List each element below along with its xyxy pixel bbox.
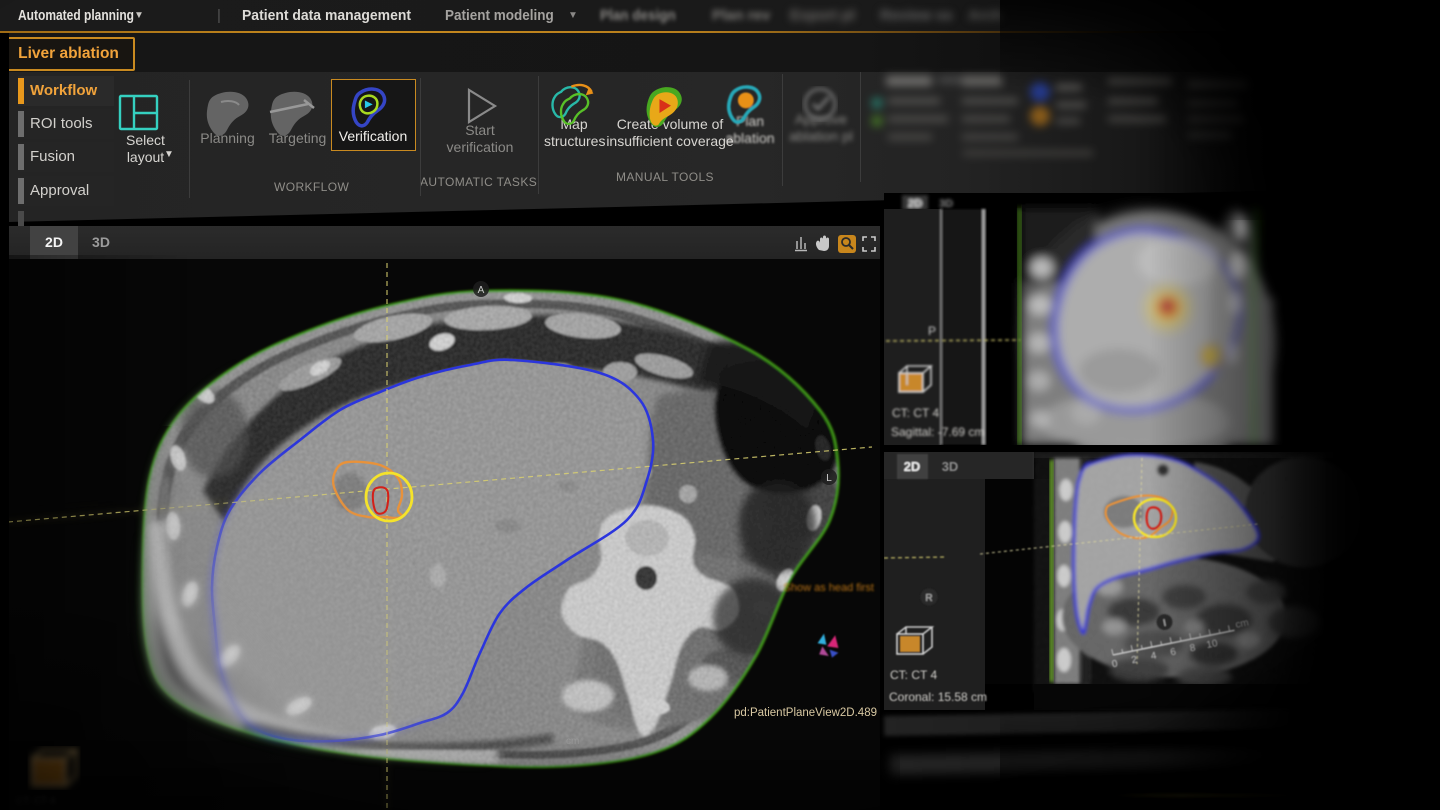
svg-text:L: L xyxy=(826,473,832,484)
svg-text:A: A xyxy=(478,285,485,296)
svg-text:pd:PatientPlaneView2D.489: pd:PatientPlaneView2D.489 xyxy=(734,707,877,719)
svg-text:2D: 2D xyxy=(908,198,922,210)
svg-text:CT: CT 4: CT: CT 4 xyxy=(890,668,937,682)
svg-text:3D: 3D xyxy=(942,459,959,474)
svg-text:2D: 2D xyxy=(904,459,921,474)
svg-text:Coronal: 15.58 cm: Coronal: 15.58 cm xyxy=(889,690,987,704)
svg-text:P: P xyxy=(928,324,936,338)
svg-text:Show as head first: Show as head first xyxy=(784,582,875,594)
svg-text:3D: 3D xyxy=(939,198,953,210)
svg-text:R: R xyxy=(925,593,932,604)
svg-text:CT: CT 4: CT: CT 4 xyxy=(892,406,939,420)
svg-text:Sagittal: -7.69 cm: Sagittal: -7.69 cm xyxy=(891,425,984,439)
